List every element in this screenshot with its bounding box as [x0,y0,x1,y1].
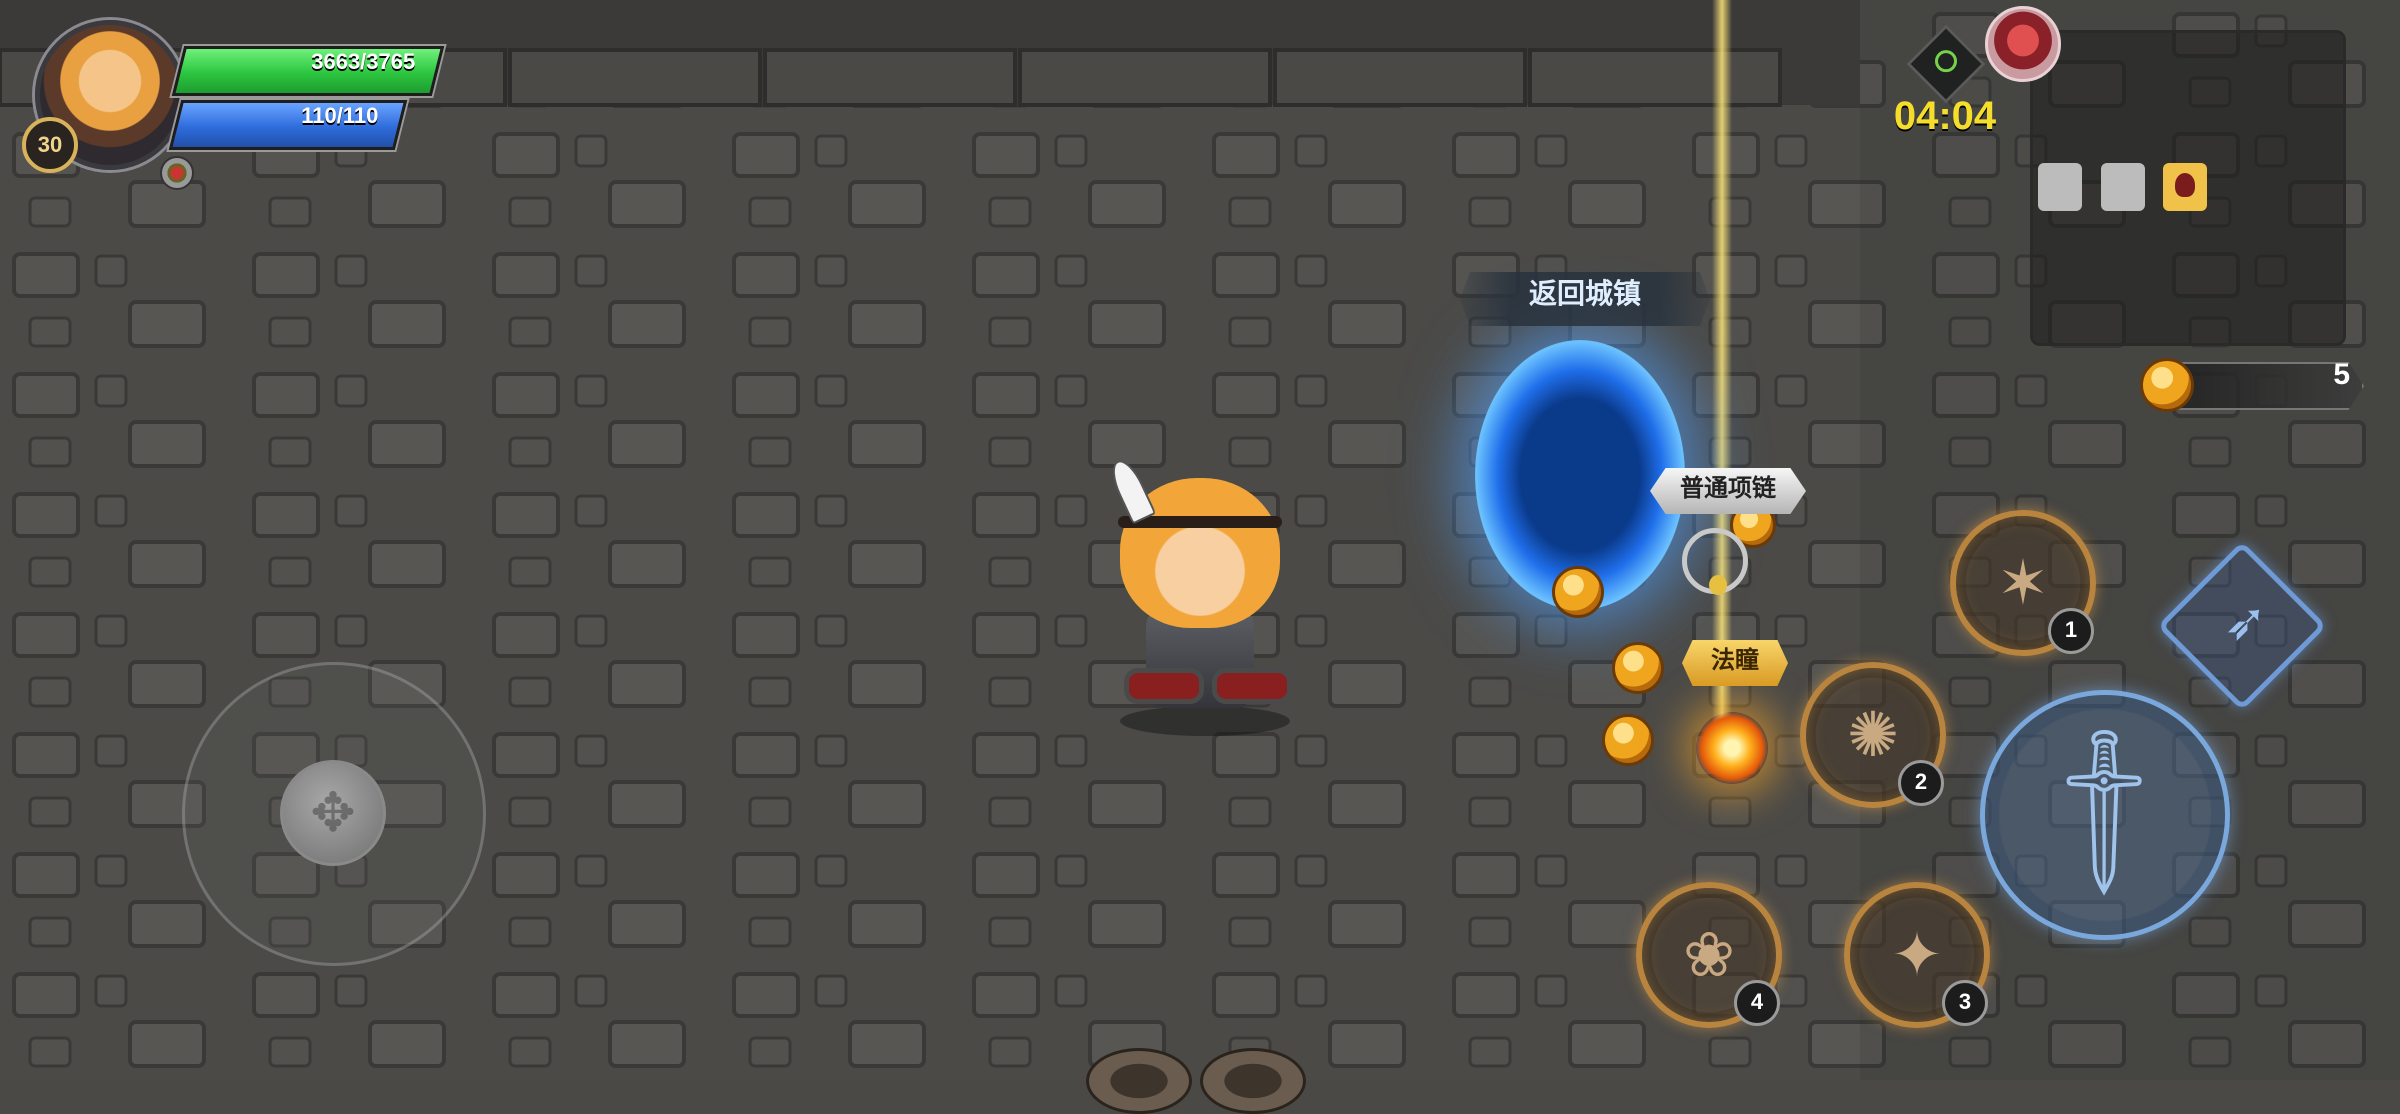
necklace-drop-icon[interactable] [1682,528,1748,595]
timer-text: 04:04 [1893,94,1997,138]
player-level-badge: 30 [22,117,78,173]
skill-slot-number: 4 [1734,980,1780,1026]
hp-bar: 3663/3765 [171,46,445,96]
joystick-knob[interactable] [280,760,386,866]
minimap-room [2038,163,2082,211]
attack-button[interactable]: 🗡 [1980,690,2230,940]
gold-coin-drop[interactable] [1552,566,1604,618]
skill-button-4[interactable]: ❀ 4 [1636,882,1782,1028]
coin-count: 5 [2333,358,2350,391]
skill-slot-number: 3 [1942,980,1988,1026]
breakable-jar[interactable] [1200,1048,1306,1114]
player-character [1100,455,1300,738]
dash-icon: ➶ [2223,592,2268,653]
crossbow-left-icon [1124,668,1204,704]
stopwatch-icon [1906,24,1986,104]
feather-icon [1105,455,1157,525]
gold-coin-drop[interactable] [1602,714,1654,766]
boss-avatar-icon[interactable] [1985,6,2061,82]
breakable-jar[interactable] [1086,1048,1192,1114]
skill-button-3[interactable]: ✦ 3 [1844,882,1990,1028]
skill-button-1[interactable]: ✶ 1 [1950,510,2096,656]
crown-coin-icon [2140,358,2194,412]
character-shadow [1120,706,1290,736]
buff-status-icon[interactable] [160,156,194,190]
mp-bar: 110/110 [168,100,408,150]
portal-label: 返回城镇 [1460,272,1710,326]
fire-orb-drop-icon[interactable] [1696,712,1768,784]
skill-button-2[interactable]: ✺ 2 [1800,662,1946,808]
gold-coin-drop[interactable] [1612,642,1664,694]
minimap-boss-room-icon [2163,163,2207,211]
coin-counter: 5 [2140,358,2364,412]
minimap-room [2101,163,2145,211]
skill-slot-number: 1 [2048,608,2094,654]
item-tag-common[interactable]: 普通项链 [1650,468,1806,514]
skill-slot-number: 2 [1898,760,1944,806]
minimap[interactable] [2030,30,2346,346]
crossbow-right-icon [1212,668,1292,704]
mp-value: 110/110 [301,103,379,128]
item-tag-gold[interactable]: 法瞳 [1682,640,1788,686]
hp-value: 3663/3765 [311,49,416,74]
